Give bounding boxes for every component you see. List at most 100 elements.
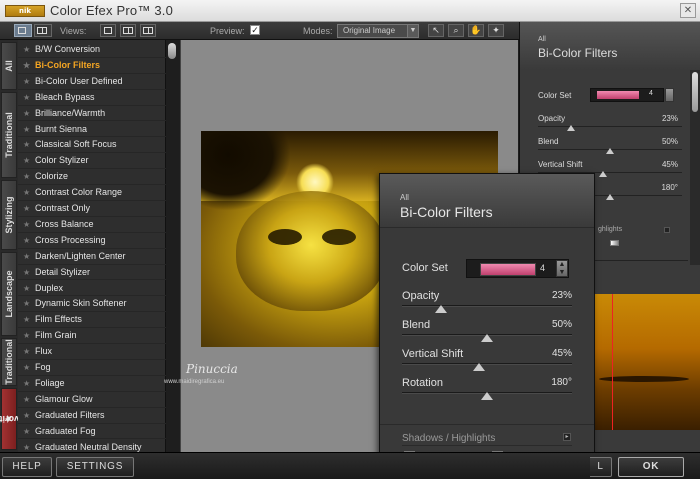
star-icon[interactable]: ★ [23,360,30,375]
filter-item[interactable]: ★ Film Grain [18,328,166,345]
star-icon[interactable]: ★ [23,74,30,89]
filter-item[interactable]: ★ Color Stylizer [18,153,166,170]
preview-checkbox[interactable]: ✓ [250,25,260,35]
filter-item[interactable]: ★ Contrast Only [18,201,166,217]
right-rotation-slider-handle[interactable] [606,194,614,200]
filter-item[interactable]: ★ Contrast Color Range [18,185,166,201]
split-view-icon[interactable] [34,24,52,37]
tab-all[interactable]: All [1,42,17,90]
filter-list-scrollbar[interactable] [166,40,178,452]
star-icon[interactable]: ★ [23,185,30,200]
help-button[interactable]: HELP [2,457,52,477]
star-icon[interactable]: ★ [23,106,30,121]
filter-item[interactable]: ★ Duplex [18,281,166,297]
scrollbar-thumb[interactable] [168,43,176,59]
filter-title: Bi-Color Filters [400,204,493,220]
opacity-slider-handle[interactable] [435,305,448,313]
filter-item[interactable]: ★ Brilliance/Warmth [18,106,166,122]
star-icon[interactable]: ★ [23,328,30,343]
settings-button[interactable]: SETTINGS [56,457,134,477]
star-icon[interactable]: ★ [23,122,30,137]
star-icon[interactable]: ★ [23,344,30,359]
rotation-slider-handle[interactable] [481,392,493,400]
toolbar: Views: Preview: ✓ Modes: Original Image … [0,22,520,40]
filter-item[interactable]: ★ Burnt Sienna [18,122,166,138]
star-icon[interactable]: ★ [23,169,30,184]
cancel-button[interactable]: L [590,457,612,477]
star-icon[interactable]: ★ [23,58,30,73]
tab-traditional-2[interactable]: Traditional [1,338,17,386]
right-color-set-box[interactable]: 4 [590,88,664,102]
right-blend-slider-handle[interactable] [606,148,614,154]
star-icon[interactable]: ★ [23,201,30,216]
filter-item[interactable]: ★ Film Effects [18,312,166,329]
tab-landscape[interactable]: Landscape [1,252,17,336]
star-icon[interactable]: ★ [23,42,30,57]
star-icon[interactable]: ★ [23,217,30,232]
opacity-slider-track[interactable] [402,305,572,306]
close-window-button[interactable]: ✕ [680,3,696,18]
blend-slider-handle[interactable] [481,334,493,342]
right-panel-scrollbar[interactable] [690,70,700,265]
star-icon[interactable]: ★ [23,408,30,423]
tab-traditional[interactable]: Traditional [1,92,17,178]
filter-item-label: Bleach Bypass [35,91,95,102]
right-shadows-expand[interactable] [664,227,670,233]
view-split-button[interactable] [140,24,156,37]
filter-item-label: Burnt Sienna [35,123,88,134]
star-icon[interactable]: ★ [23,392,30,407]
pin-icon[interactable]: ✦ [488,24,504,37]
filter-item[interactable]: ★ Darken/Lighten Center [18,249,166,265]
right-opacity-slider-handle[interactable] [567,125,576,131]
arrow-icon[interactable]: ↖ [428,24,444,37]
right-vertical-shift-slider-handle[interactable] [598,171,607,177]
star-icon[interactable]: ★ [23,137,30,152]
star-icon[interactable]: ★ [23,153,30,168]
star-icon[interactable]: ★ [23,265,30,280]
filter-item[interactable]: ★ Graduated Fog [18,424,166,440]
right-color-set-spinner[interactable] [665,88,674,102]
tab-favorites[interactable]: ★ Favorites [0,388,29,450]
star-icon[interactable]: ★ [23,424,30,439]
star-icon[interactable]: ★ [23,90,30,105]
shadows-highlights-expand-icon[interactable]: ▸ [563,433,571,441]
filter-item-label: Foliage [35,377,65,388]
zoom-icon[interactable]: ⌕ [448,24,464,37]
tab-stylizing[interactable]: Stylizing [1,180,17,250]
vertical-shift-slider-track[interactable] [402,363,572,364]
filter-item[interactable]: ★ Classical Soft Focus [18,137,166,154]
split-line[interactable] [612,294,613,430]
view-side-by-side-button[interactable] [120,24,136,37]
ok-button[interactable]: OK [618,457,684,477]
filter-item[interactable]: ★ Graduated Filters [18,408,166,424]
star-icon[interactable]: ★ [23,281,30,296]
star-icon[interactable]: ★ [23,296,30,311]
filter-item[interactable]: ★ Detail Stylizer [18,265,166,281]
modes-dropdown[interactable]: Original Image ▼ [337,24,419,38]
view-single-button[interactable] [100,24,116,37]
filter-item[interactable]: ★ Foliage [18,376,166,392]
filter-item[interactable]: ★ Bleach Bypass [18,90,166,106]
star-icon[interactable]: ★ [23,249,30,264]
filter-item[interactable]: ★ Glamour Glow [18,392,166,408]
filter-item[interactable]: ★ Colorize [18,169,166,186]
filter-item[interactable]: ★ Dynamic Skin Softener [18,296,166,313]
star-icon[interactable]: ★ [23,233,30,248]
filter-item[interactable]: ★ Cross Processing [18,233,166,249]
rotation-label: Rotation [402,377,443,389]
color-set-spinner[interactable]: ▲ ▼ [556,260,568,277]
scrollbar-thumb[interactable] [692,72,698,112]
vertical-shift-slider-handle[interactable] [472,363,485,371]
filter-item[interactable]: ★ Bi-Color Filters [18,58,166,74]
star-icon[interactable]: ★ [23,312,30,327]
filter-item[interactable]: ★ Fog [18,360,166,376]
star-icon[interactable]: ★ [23,376,30,391]
color-set-selector[interactable] [466,259,569,278]
filter-item[interactable]: ★ B/W Conversion [18,42,166,58]
single-view-icon[interactable] [14,24,32,37]
filter-item[interactable]: ★ Flux [18,344,166,360]
right-vertical-shift-row: Vertical Shift 45% [538,160,678,169]
filter-item[interactable]: ★ Cross Balance [18,217,166,233]
filter-item[interactable]: ★ Bi-Color User Defined [18,74,166,90]
hand-icon[interactable]: ✋ [468,24,484,37]
